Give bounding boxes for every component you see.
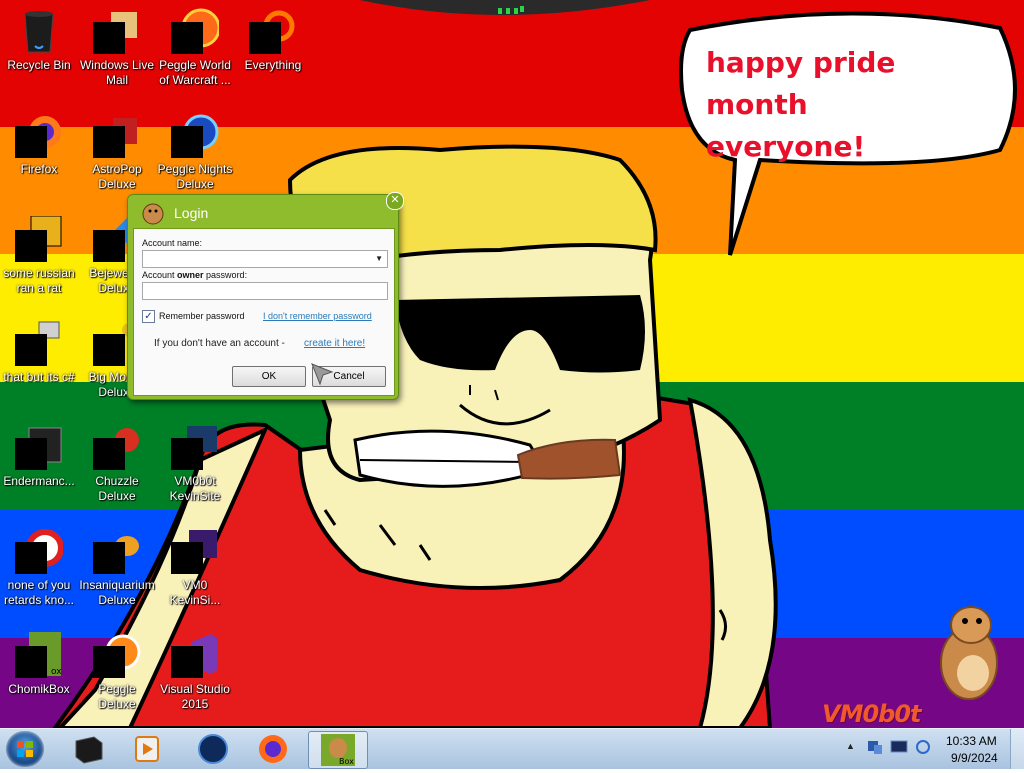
taskbar-media-player[interactable] [122,731,172,767]
firefox-icon [15,112,63,160]
no-account-text: If you don't have an account - [154,338,285,349]
desktop-icon-firefox[interactable]: Firefox [0,112,78,177]
monitor-icon[interactable] [890,738,908,756]
desktop-icon-visual-studio[interactable]: Visual Studio 2015 [156,632,234,712]
taskbar-chomikbox[interactable]: Box [308,731,368,769]
wallpaper-signature: VM0b0t [822,700,922,728]
mouse-cursor-icon [311,363,334,386]
login-dialog: Login ✕ Account name: ▼ Account owner pa… [127,192,404,400]
hamster-mascot [940,606,998,700]
desktop-icon-label: Firefox [20,162,58,176]
svg-text:Box: Box [339,757,354,766]
desktop-icon-insaniquarium[interactable]: Insaniquarium Deluxe [78,528,156,608]
search-icon [249,8,297,56]
desktop-icon-label: Recycle Bin [7,58,71,72]
desktop-icon-chuzzle[interactable]: Chuzzle Deluxe [78,424,156,504]
password-field[interactable] [142,282,388,300]
desktop-icon-peggle-deluxe[interactable]: Peggle Deluxe [78,632,156,712]
speech-bubble-text: happy pride month everyone! [706,46,896,163]
desktop-icon-russian-rat[interactable]: some russian ran a rat [0,215,78,296]
website-icon [171,424,219,472]
network-icon[interactable] [866,738,884,756]
peggle-icon [171,112,219,160]
app-icon [15,528,64,576]
desktop-icon-label: Endermanc... [3,474,75,488]
desktop-icon-label: ChomikBox [8,682,70,696]
chevron-down-icon[interactable]: ▼ [375,254,383,263]
forgot-password-link[interactable]: I don't remember password [263,311,372,321]
clock-time[interactable]: 10:33 AM [946,734,997,748]
desktop-icon-label: Peggle World of Warcraft ... [159,58,231,87]
show-desktop-button[interactable] [1010,729,1024,769]
desktop-icon-csharp[interactable]: that but its c# [0,320,78,385]
start-button[interactable] [6,731,44,767]
astropop-icon [93,112,141,160]
terminal-icon [15,424,63,472]
mail-icon [93,8,141,56]
chuzzle-icon [93,424,141,472]
taskbar-cmd-window[interactable] [64,731,114,767]
desktop-icon-endermanch[interactable]: Endermanc... [0,424,78,489]
desktop-icon-label: VM0 KevinSi... [169,578,221,607]
visual-studio-icon [171,632,219,680]
account-name-label: Account name: [142,238,203,248]
peggle-icon [171,8,221,56]
desktop-icon-label: VM0b0t KevinSite [169,474,221,503]
tray-expand-icon[interactable]: ▲ [846,741,855,751]
clock-date[interactable]: 9/9/2024 [951,751,998,765]
desktop-icon-label: Visual Studio 2015 [160,682,230,711]
taskbar-globe[interactable] [188,731,238,767]
desktop-icon-label: Peggle Deluxe [98,682,136,711]
fish-icon [93,528,141,576]
login-form: Account name: ▼ Account owner password: … [133,228,395,396]
dialog-title: Login [174,205,209,221]
recycle-bin-icon [15,8,63,56]
remember-password-label: Remember password [159,311,245,321]
media-player-icon [135,736,159,762]
desktop-icon-label: Insaniquarium Deluxe [79,578,155,607]
desktop-icon-label: AstroPop Deluxe [92,162,142,191]
desktop-icon-label: Everything [244,58,302,72]
desktop-icon-label: Peggle Nights Deluxe [157,162,233,191]
desktop-icon-label: none of you retards kno... [3,578,75,607]
password-label: Account owner password: [142,270,248,280]
remember-password-checkbox[interactable]: ✓ [142,310,155,323]
desktop-icon-windows-live-mail[interactable]: Windows Live Mail [78,8,156,88]
desktop-icon-everything[interactable]: Everything [234,8,312,73]
window-icon [15,320,63,368]
desktop-icon-label: Chuzzle Deluxe [95,474,139,503]
update-icon[interactable] [914,738,932,756]
close-icon[interactable]: ✕ [386,192,404,210]
create-account-link[interactable]: create it here! [304,338,365,349]
desktop-icon-astropop[interactable]: AstroPop Deluxe [78,112,156,192]
desktop-icon-label: that but its c# [3,370,75,384]
taskbar: Box ▲ 10:33 AM 9/9/2024 [0,728,1024,769]
firefox-icon [259,735,287,763]
account-name-dropdown[interactable]: ▼ [142,250,388,268]
hamster-icon: ox [15,632,63,680]
desktop-icon-vm0-kevinsite[interactable]: VM0 KevinSi... [156,528,234,608]
svg-text:ox: ox [51,667,62,677]
desktop-icon-label: some russian ran a rat [3,266,75,295]
desktop-icon-peggle-nights[interactable]: Peggle Nights Deluxe [156,112,234,192]
windows-logo-icon [17,741,33,757]
taskbar-firefox[interactable] [248,731,298,767]
checkmark-icon: ✓ [144,311,153,322]
chomikbox-icon: Box [321,734,355,766]
desktop-icon-vm0b0t-kevinsite[interactable]: VM0b0t KevinSite [156,424,234,504]
globe-icon [198,734,228,764]
desktop-icon-recycle-bin[interactable]: Recycle Bin [0,8,78,73]
cmd-window-icon [75,736,103,764]
peggle-icon [93,632,141,680]
desktop-icon-peggle-wow[interactable]: Peggle World of Warcraft ... [156,8,234,88]
hamster-icon [142,203,164,225]
desktop-icon-chomikbox[interactable]: ox ChomikBox [0,632,78,697]
ok-button[interactable]: OK [232,366,306,387]
desktop-icon-label: Windows Live Mail [79,58,155,87]
website-icon [171,528,219,576]
app-icon [15,215,63,264]
desktop-icon-none-of-you[interactable]: none of you retards kno... [0,528,78,608]
